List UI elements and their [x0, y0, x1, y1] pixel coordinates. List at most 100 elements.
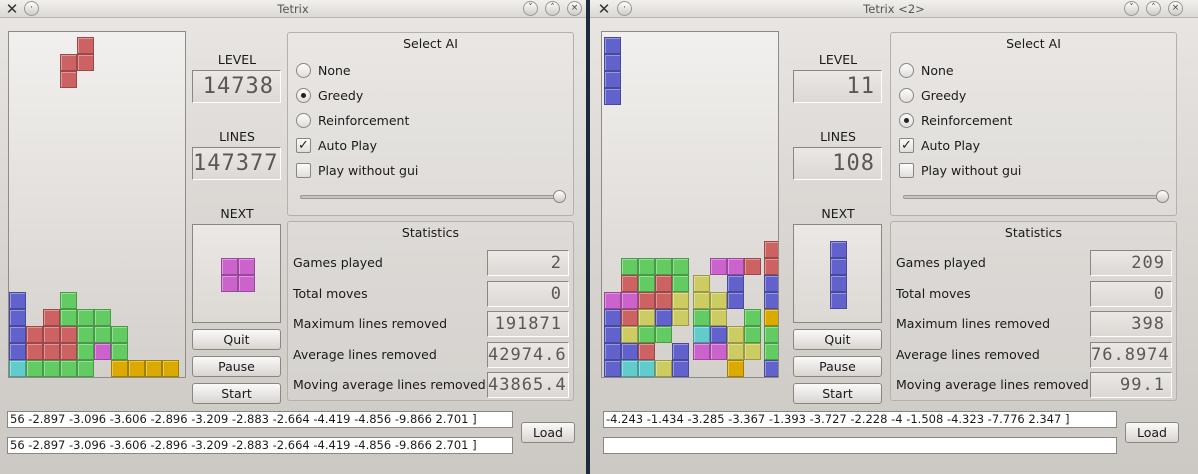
block — [26, 360, 43, 377]
block — [638, 360, 655, 377]
auto-play-label[interactable]: Auto Play — [318, 138, 377, 153]
close-icon[interactable]: × — [1168, 1, 1183, 16]
radio-none-label[interactable]: None — [318, 63, 351, 78]
window-title: Tetrix — [277, 2, 309, 16]
block — [655, 275, 672, 292]
block — [77, 54, 94, 71]
minimize-icon[interactable]: ˅ — [523, 1, 538, 16]
block — [9, 343, 26, 360]
moving-avg-label: Moving average lines removed — [293, 377, 486, 392]
radio-greedy-label[interactable]: Greedy — [318, 88, 363, 103]
auto-play-checkbox[interactable]: ✓ — [296, 138, 311, 153]
play-without-gui-checkbox[interactable] — [296, 163, 311, 178]
block — [693, 292, 710, 309]
weights-input-2[interactable]: 56 -2.897 -3.096 -3.606 -2.896 -3.209 -2… — [7, 437, 513, 454]
minimize-icon[interactable]: ˅ — [1124, 1, 1139, 16]
quit-button[interactable]: Quit — [793, 329, 882, 350]
next-block — [830, 292, 847, 309]
game-board[interactable] — [8, 31, 186, 378]
radio-none[interactable] — [899, 63, 914, 78]
radio-reinforcement-label[interactable]: Reinforcement — [921, 113, 1012, 128]
quit-button[interactable]: Quit — [192, 329, 281, 350]
block — [764, 309, 778, 326]
block — [9, 360, 26, 377]
avg-lines-value: 76.8974 — [1090, 342, 1172, 368]
block — [128, 360, 145, 377]
block — [727, 258, 744, 275]
block — [60, 343, 77, 360]
moving-avg-value: 43865.4 — [487, 372, 569, 398]
auto-play-checkbox[interactable]: ✓ — [899, 138, 914, 153]
block — [621, 309, 638, 326]
block — [604, 88, 621, 105]
block — [672, 309, 689, 326]
radio-none[interactable] — [296, 63, 311, 78]
radio-greedy[interactable] — [296, 88, 311, 103]
speed-slider-handle[interactable] — [1156, 190, 1169, 203]
auto-play-label[interactable]: Auto Play — [921, 138, 980, 153]
close-icon[interactable]: × — [567, 1, 582, 16]
block — [655, 292, 672, 309]
block — [744, 343, 761, 360]
level-display: 11 — [793, 70, 882, 103]
block — [693, 309, 710, 326]
tetrix-window-1: ✕ · Tetrix ˅ ˄ × LEVEL 14738 LINES 14737… — [0, 0, 586, 474]
lines-display: 108 — [793, 147, 882, 180]
games-played-value: 209 — [1090, 250, 1172, 276]
weights-input-1[interactable]: 56 -2.897 -3.096 -3.606 -2.896 -3.209 -2… — [7, 411, 513, 428]
block — [604, 343, 621, 360]
block — [60, 71, 77, 88]
block — [60, 360, 77, 377]
radio-reinforcement[interactable] — [899, 113, 914, 128]
speed-slider-track[interactable] — [300, 195, 562, 199]
block — [764, 292, 778, 309]
select-ai-title: Select AI — [1006, 36, 1061, 51]
block — [638, 275, 655, 292]
block — [727, 343, 744, 360]
block — [43, 309, 60, 326]
speed-slider-track[interactable] — [903, 195, 1165, 199]
total-moves-value: 0 — [1090, 281, 1172, 307]
block — [604, 37, 621, 54]
next-block — [830, 241, 847, 258]
weights-input-1[interactable]: -4.243 -1.434 -3.285 -3.367 -1.393 -3.72… — [603, 411, 1117, 428]
pause-button[interactable]: Pause — [793, 356, 882, 377]
speed-slider-handle[interactable] — [553, 190, 566, 203]
block — [764, 241, 778, 258]
game-board[interactable] — [601, 31, 779, 378]
maximize-icon[interactable]: ˄ — [545, 1, 560, 16]
block — [764, 275, 778, 292]
total-moves-value: 0 — [487, 281, 569, 307]
radio-reinforcement-label[interactable]: Reinforcement — [318, 113, 409, 128]
title-bar[interactable]: ✕ · Tetrix ˅ ˄ × — [0, 0, 586, 18]
statistics-group: Statistics Games played 209 Total moves … — [890, 221, 1177, 401]
block — [655, 309, 672, 326]
total-moves-label: Total moves — [896, 286, 971, 301]
play-without-gui-label[interactable]: Play without gui — [318, 163, 418, 178]
load-button[interactable]: Load — [1125, 422, 1179, 443]
radio-reinforcement[interactable] — [296, 113, 311, 128]
block — [111, 326, 128, 343]
play-without-gui-label[interactable]: Play without gui — [921, 163, 1021, 178]
radio-none-label[interactable]: None — [921, 63, 954, 78]
start-button[interactable]: Start — [793, 383, 882, 404]
statistics-title: Statistics — [401, 225, 460, 240]
block — [710, 258, 727, 275]
title-bar[interactable]: ✕ · Tetrix <2> ˅ ˄ × — [590, 0, 1198, 18]
max-lines-value: 191871 — [487, 311, 569, 337]
block — [621, 326, 638, 343]
block — [693, 275, 710, 292]
block — [710, 292, 727, 309]
weights-input-2[interactable] — [603, 437, 1117, 454]
load-button[interactable]: Load — [521, 422, 575, 443]
start-button[interactable]: Start — [192, 383, 281, 404]
pause-button[interactable]: Pause — [192, 356, 281, 377]
radio-greedy-label[interactable]: Greedy — [921, 88, 966, 103]
maximize-icon[interactable]: ˄ — [1146, 1, 1161, 16]
block — [43, 360, 60, 377]
block — [60, 54, 77, 71]
block — [638, 292, 655, 309]
radio-greedy[interactable] — [899, 88, 914, 103]
lines-label: LINES — [219, 129, 255, 144]
play-without-gui-checkbox[interactable] — [899, 163, 914, 178]
